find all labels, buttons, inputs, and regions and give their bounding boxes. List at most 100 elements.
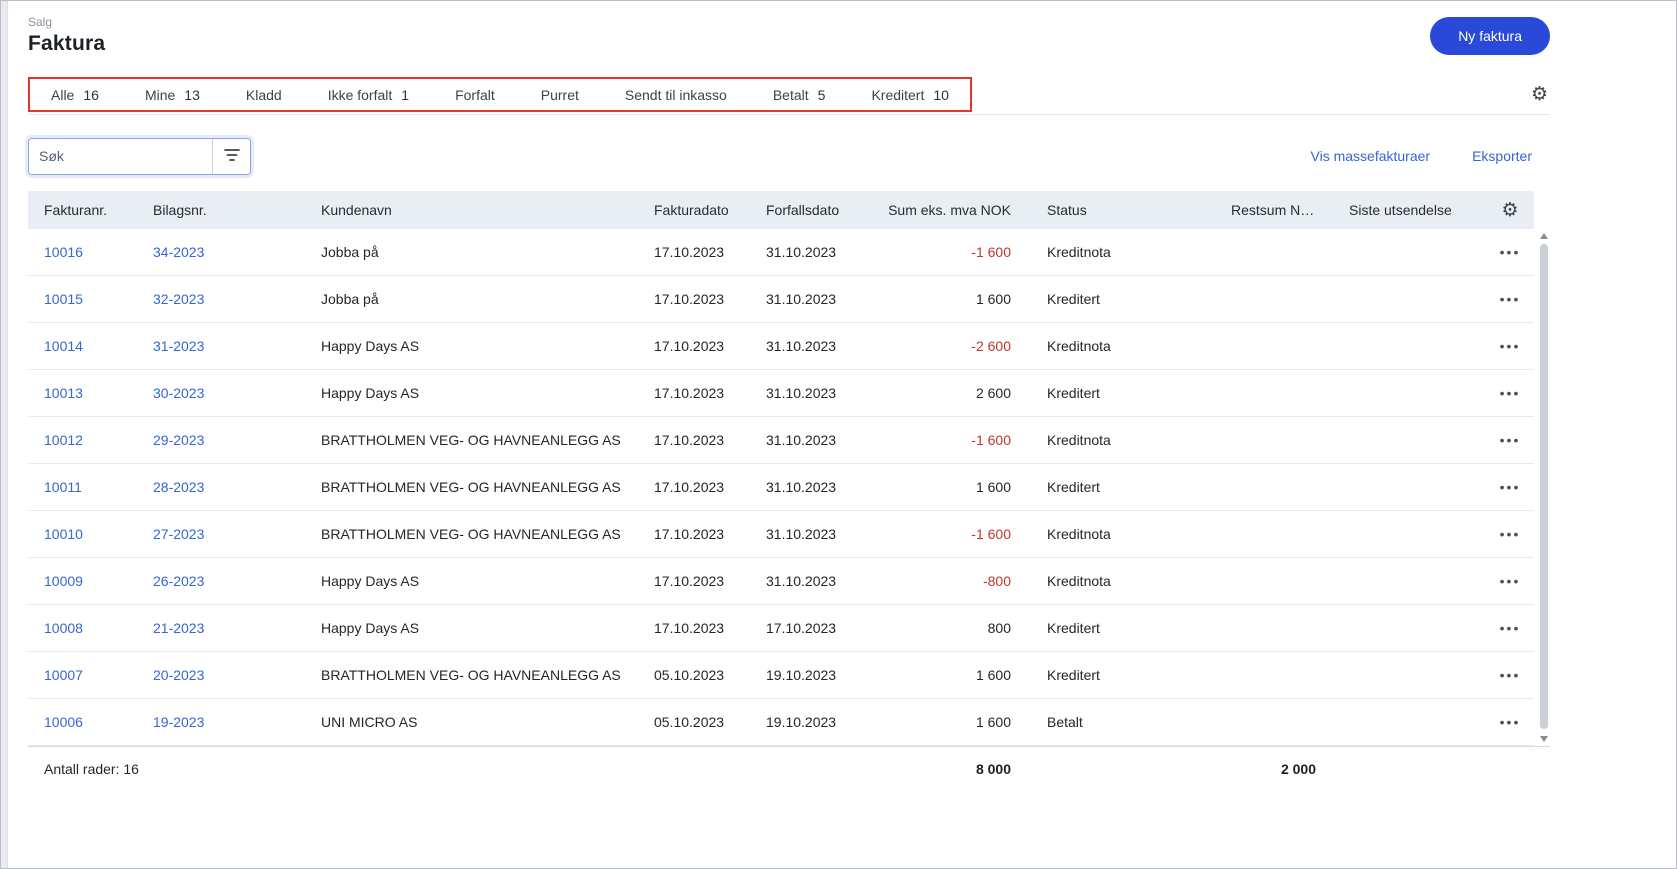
voucher-number-link-cell: 27-2023 <box>137 526 305 542</box>
tab-count: 1 <box>401 87 409 103</box>
link-vis-massefakturaer[interactable]: Vis massefakturaer <box>1311 148 1431 164</box>
table-row: 1000619-2023UNI MICRO AS05.10.202319.10.… <box>28 699 1534 746</box>
column-header-fakturanr[interactable]: Fakturanr. <box>28 202 137 218</box>
invoice-number-link[interactable]: 10016 <box>44 244 83 260</box>
voucher-number-link[interactable]: 28-2023 <box>153 479 204 495</box>
invoice-number-link[interactable]: 10009 <box>44 573 83 589</box>
row-actions-ellipsis-button[interactable]: ••• <box>1500 432 1521 448</box>
row-actions-ellipsis-button[interactable]: ••• <box>1500 385 1521 401</box>
tab-kreditert[interactable]: Kreditert10 <box>848 77 972 112</box>
voucher-number-link[interactable]: 27-2023 <box>153 526 204 542</box>
table-row: 1000926-2023Happy Days AS17.10.202331.10… <box>28 558 1534 605</box>
row-actions-ellipsis-button[interactable]: ••• <box>1500 479 1521 495</box>
row-actions-ellipsis-button[interactable]: ••• <box>1500 526 1521 542</box>
table-header-row: Fakturanr.Bilagsnr.KundenavnFakturadatoF… <box>28 191 1534 229</box>
invoice-number-link[interactable]: 10013 <box>44 385 83 401</box>
row-actions-ellipsis-button[interactable]: ••• <box>1500 244 1521 260</box>
column-header-sum-eks-mva-nok[interactable]: Sum eks. mva NOK <box>866 202 1011 218</box>
tab-ikke-forfalt[interactable]: Ikke forfalt1 <box>305 77 432 112</box>
row-actions-ellipsis-button[interactable]: ••• <box>1500 714 1521 730</box>
column-header-siste-utsendelse[interactable]: Siste utsendelse <box>1316 202 1486 218</box>
tab-count: 5 <box>818 87 826 103</box>
tab-forfalt[interactable]: Forfalt <box>432 77 518 112</box>
sum-ex-vat: 2 600 <box>866 385 1011 401</box>
tab-label: Kladd <box>246 87 282 103</box>
column-header-forfallsdato[interactable]: Forfallsdato <box>751 202 866 218</box>
column-header-status[interactable]: Status <box>1011 202 1231 218</box>
voucher-number-link[interactable]: 19-2023 <box>153 714 204 730</box>
tab-alle[interactable]: Alle16 <box>28 77 122 112</box>
scrollbar-thumb[interactable] <box>1540 244 1548 729</box>
status-text: Kreditnota <box>1011 244 1231 260</box>
voucher-number-link[interactable]: 32-2023 <box>153 291 204 307</box>
filter-button[interactable] <box>212 139 250 174</box>
tab-mine[interactable]: Mine 13 <box>122 77 223 112</box>
due-date: 19.10.2023 <box>751 667 866 683</box>
tab-label: Mine <box>145 87 175 103</box>
scrollbar-up-arrow[interactable] <box>1540 233 1548 239</box>
restsum-total: 2 000 <box>1231 761 1316 777</box>
link-eksporter[interactable]: Eksporter <box>1472 148 1532 164</box>
status-filter-tabs-wrap: Alle16 Mine 13 Kladd Ikke forfalt1ForfaltPur… <box>28 77 972 112</box>
invoice-number-link-cell: 10007 <box>28 667 137 683</box>
status-filter-bar: Alle16 Mine 13 Kladd Ikke forfalt1ForfaltPur… <box>28 75 1550 115</box>
voucher-number-link-cell: 26-2023 <box>137 573 305 589</box>
row-actions-ellipsis-button[interactable]: ••• <box>1500 667 1521 683</box>
sum-ex-vat: 1 600 <box>866 291 1011 307</box>
tab-kladd[interactable]: Kladd <box>223 77 305 112</box>
tab-count: 16 <box>83 87 99 103</box>
invoice-number-link[interactable]: 10011 <box>44 479 82 495</box>
voucher-number-link-cell: 28-2023 <box>137 479 305 495</box>
search-input[interactable] <box>29 139 212 174</box>
row-actions-ellipsis-button[interactable]: ••• <box>1500 338 1521 354</box>
voucher-number-link[interactable]: 31-2023 <box>153 338 204 354</box>
column-header-kundenavn[interactable]: Kundenavn <box>305 202 638 218</box>
invoice-number-link[interactable]: 10008 <box>44 620 83 636</box>
voucher-number-link[interactable]: 34-2023 <box>153 244 204 260</box>
invoice-table: Fakturanr.Bilagsnr.KundenavnFakturadatoF… <box>28 191 1550 746</box>
column-header-settings: ⚙ <box>1486 201 1534 220</box>
row-actions-cell: ••• <box>1486 291 1534 307</box>
invoice-number-link[interactable]: 10012 <box>44 432 83 448</box>
customer-name: BRATTHOLMEN VEG- OG HAVNEANLEGG AS <box>305 526 638 542</box>
table-settings-gear-icon[interactable]: ⚙ <box>1499 201 1520 220</box>
table-footer: Antall rader: 16 8 000 2 000 <box>28 746 1550 790</box>
tab-betalt[interactable]: Betalt5 <box>750 77 849 112</box>
new-invoice-button[interactable]: Ny faktura <box>1430 17 1550 55</box>
invoice-date: 17.10.2023 <box>638 291 751 307</box>
invoice-number-link[interactable]: 10014 <box>44 338 83 354</box>
scrollbar-down-arrow[interactable] <box>1540 736 1548 742</box>
tab-count: 13 <box>184 87 200 103</box>
voucher-number-link[interactable]: 20-2023 <box>153 667 204 683</box>
row-actions-ellipsis-button[interactable]: ••• <box>1500 573 1521 589</box>
tab-label: Sendt til inkasso <box>625 87 727 103</box>
vertical-scrollbar[interactable] <box>1538 191 1550 746</box>
tab-sendt-til-inkasso[interactable]: Sendt til inkasso <box>602 77 750 112</box>
title-block: Salg Faktura <box>28 15 105 56</box>
row-actions-ellipsis-button[interactable]: ••• <box>1500 620 1521 636</box>
column-header-bilagsnr[interactable]: Bilagsnr. <box>137 202 305 218</box>
sum-ex-vat: -2 600 <box>866 338 1011 354</box>
sum-ex-vat: 1 600 <box>866 479 1011 495</box>
column-header-restsum-nok[interactable]: Restsum NOK <box>1231 202 1316 218</box>
voucher-number-link-cell: 34-2023 <box>137 244 305 260</box>
invoice-number-link[interactable]: 10007 <box>44 667 83 683</box>
invoice-number-link[interactable]: 10006 <box>44 714 83 730</box>
voucher-number-link[interactable]: 21-2023 <box>153 620 204 636</box>
invoice-date: 17.10.2023 <box>638 244 751 260</box>
invoice-number-link[interactable]: 10015 <box>44 291 83 307</box>
tab-purret[interactable]: Purret <box>518 77 602 112</box>
invoice-number-link[interactable]: 10010 <box>44 526 83 542</box>
voucher-number-link[interactable]: 26-2023 <box>153 573 204 589</box>
list-settings-gear-icon[interactable]: ⚙ <box>1529 85 1550 104</box>
voucher-number-link[interactable]: 30-2023 <box>153 385 204 401</box>
column-header-fakturadato[interactable]: Fakturadato <box>638 202 751 218</box>
table-row: 1000720-2023BRATTHOLMEN VEG- OG HAVNEANL… <box>28 652 1534 699</box>
invoice-date: 17.10.2023 <box>638 526 751 542</box>
scrollbar-track[interactable] <box>1538 229 1550 746</box>
voucher-number-link[interactable]: 29-2023 <box>153 432 204 448</box>
customer-name: Jobba på <box>305 291 638 307</box>
row-actions-cell: ••• <box>1486 667 1534 683</box>
row-actions-ellipsis-button[interactable]: ••• <box>1500 291 1521 307</box>
invoice-number-link-cell: 10010 <box>28 526 137 542</box>
